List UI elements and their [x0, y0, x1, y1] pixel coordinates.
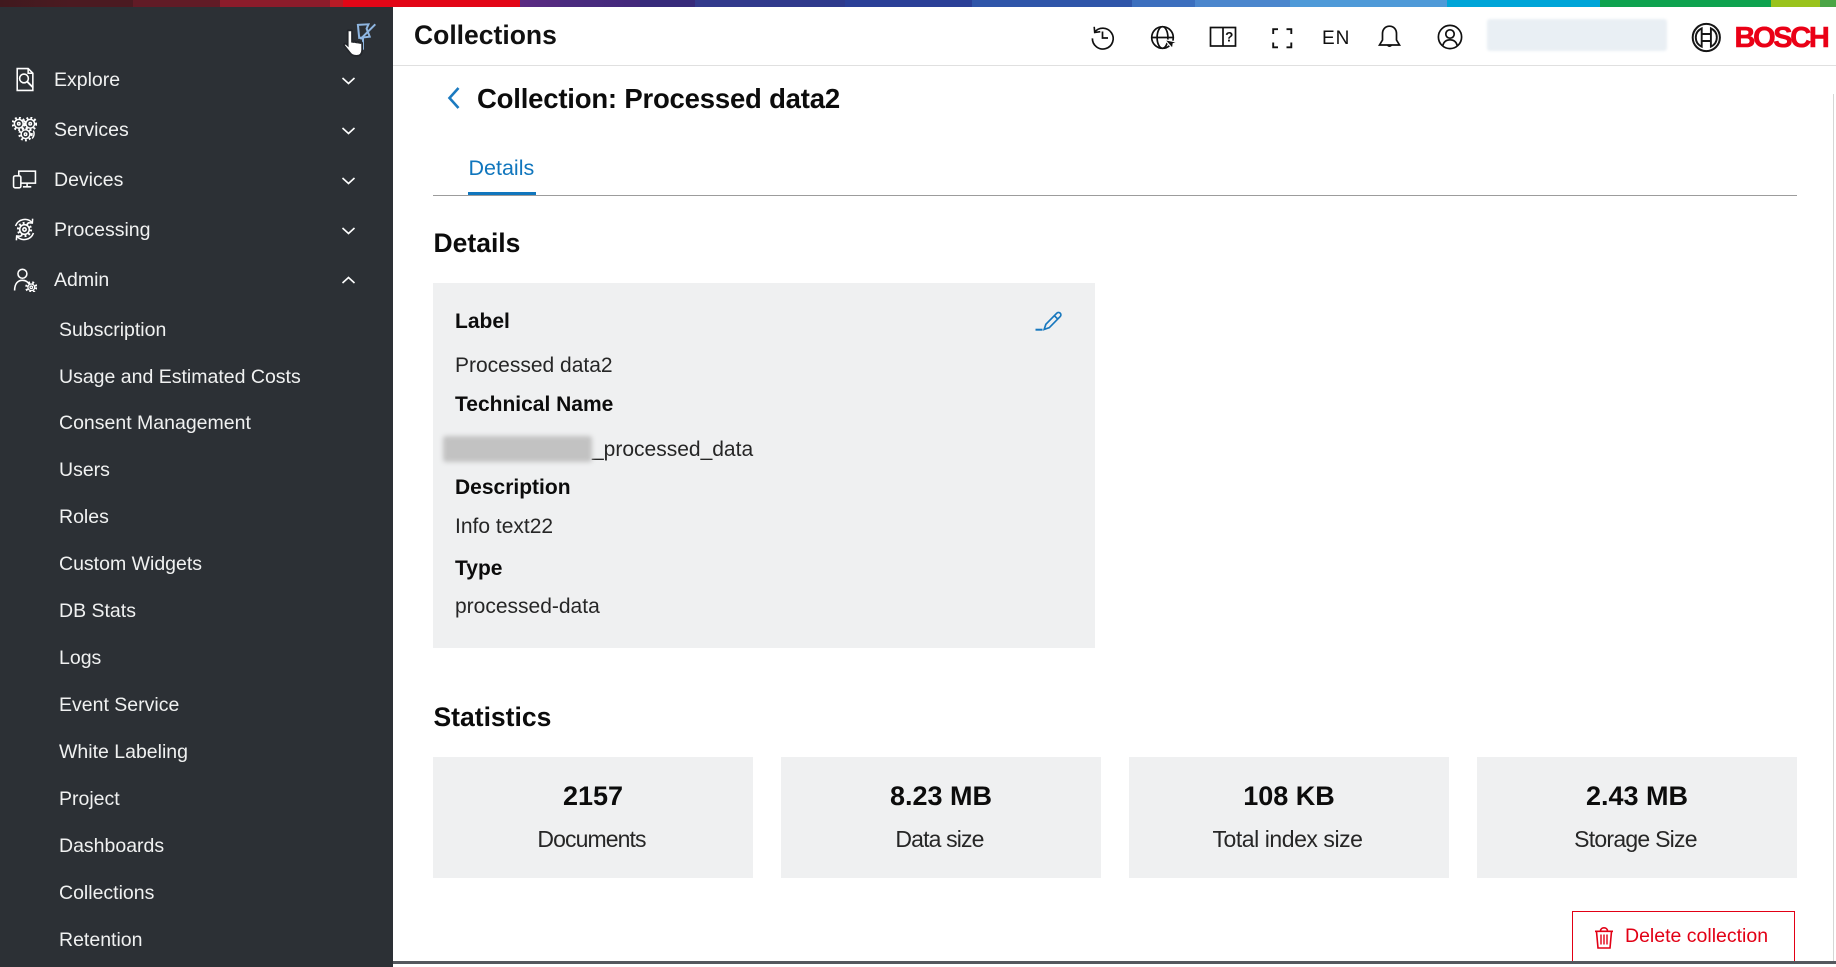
svg-text:?: ? [1225, 30, 1233, 45]
